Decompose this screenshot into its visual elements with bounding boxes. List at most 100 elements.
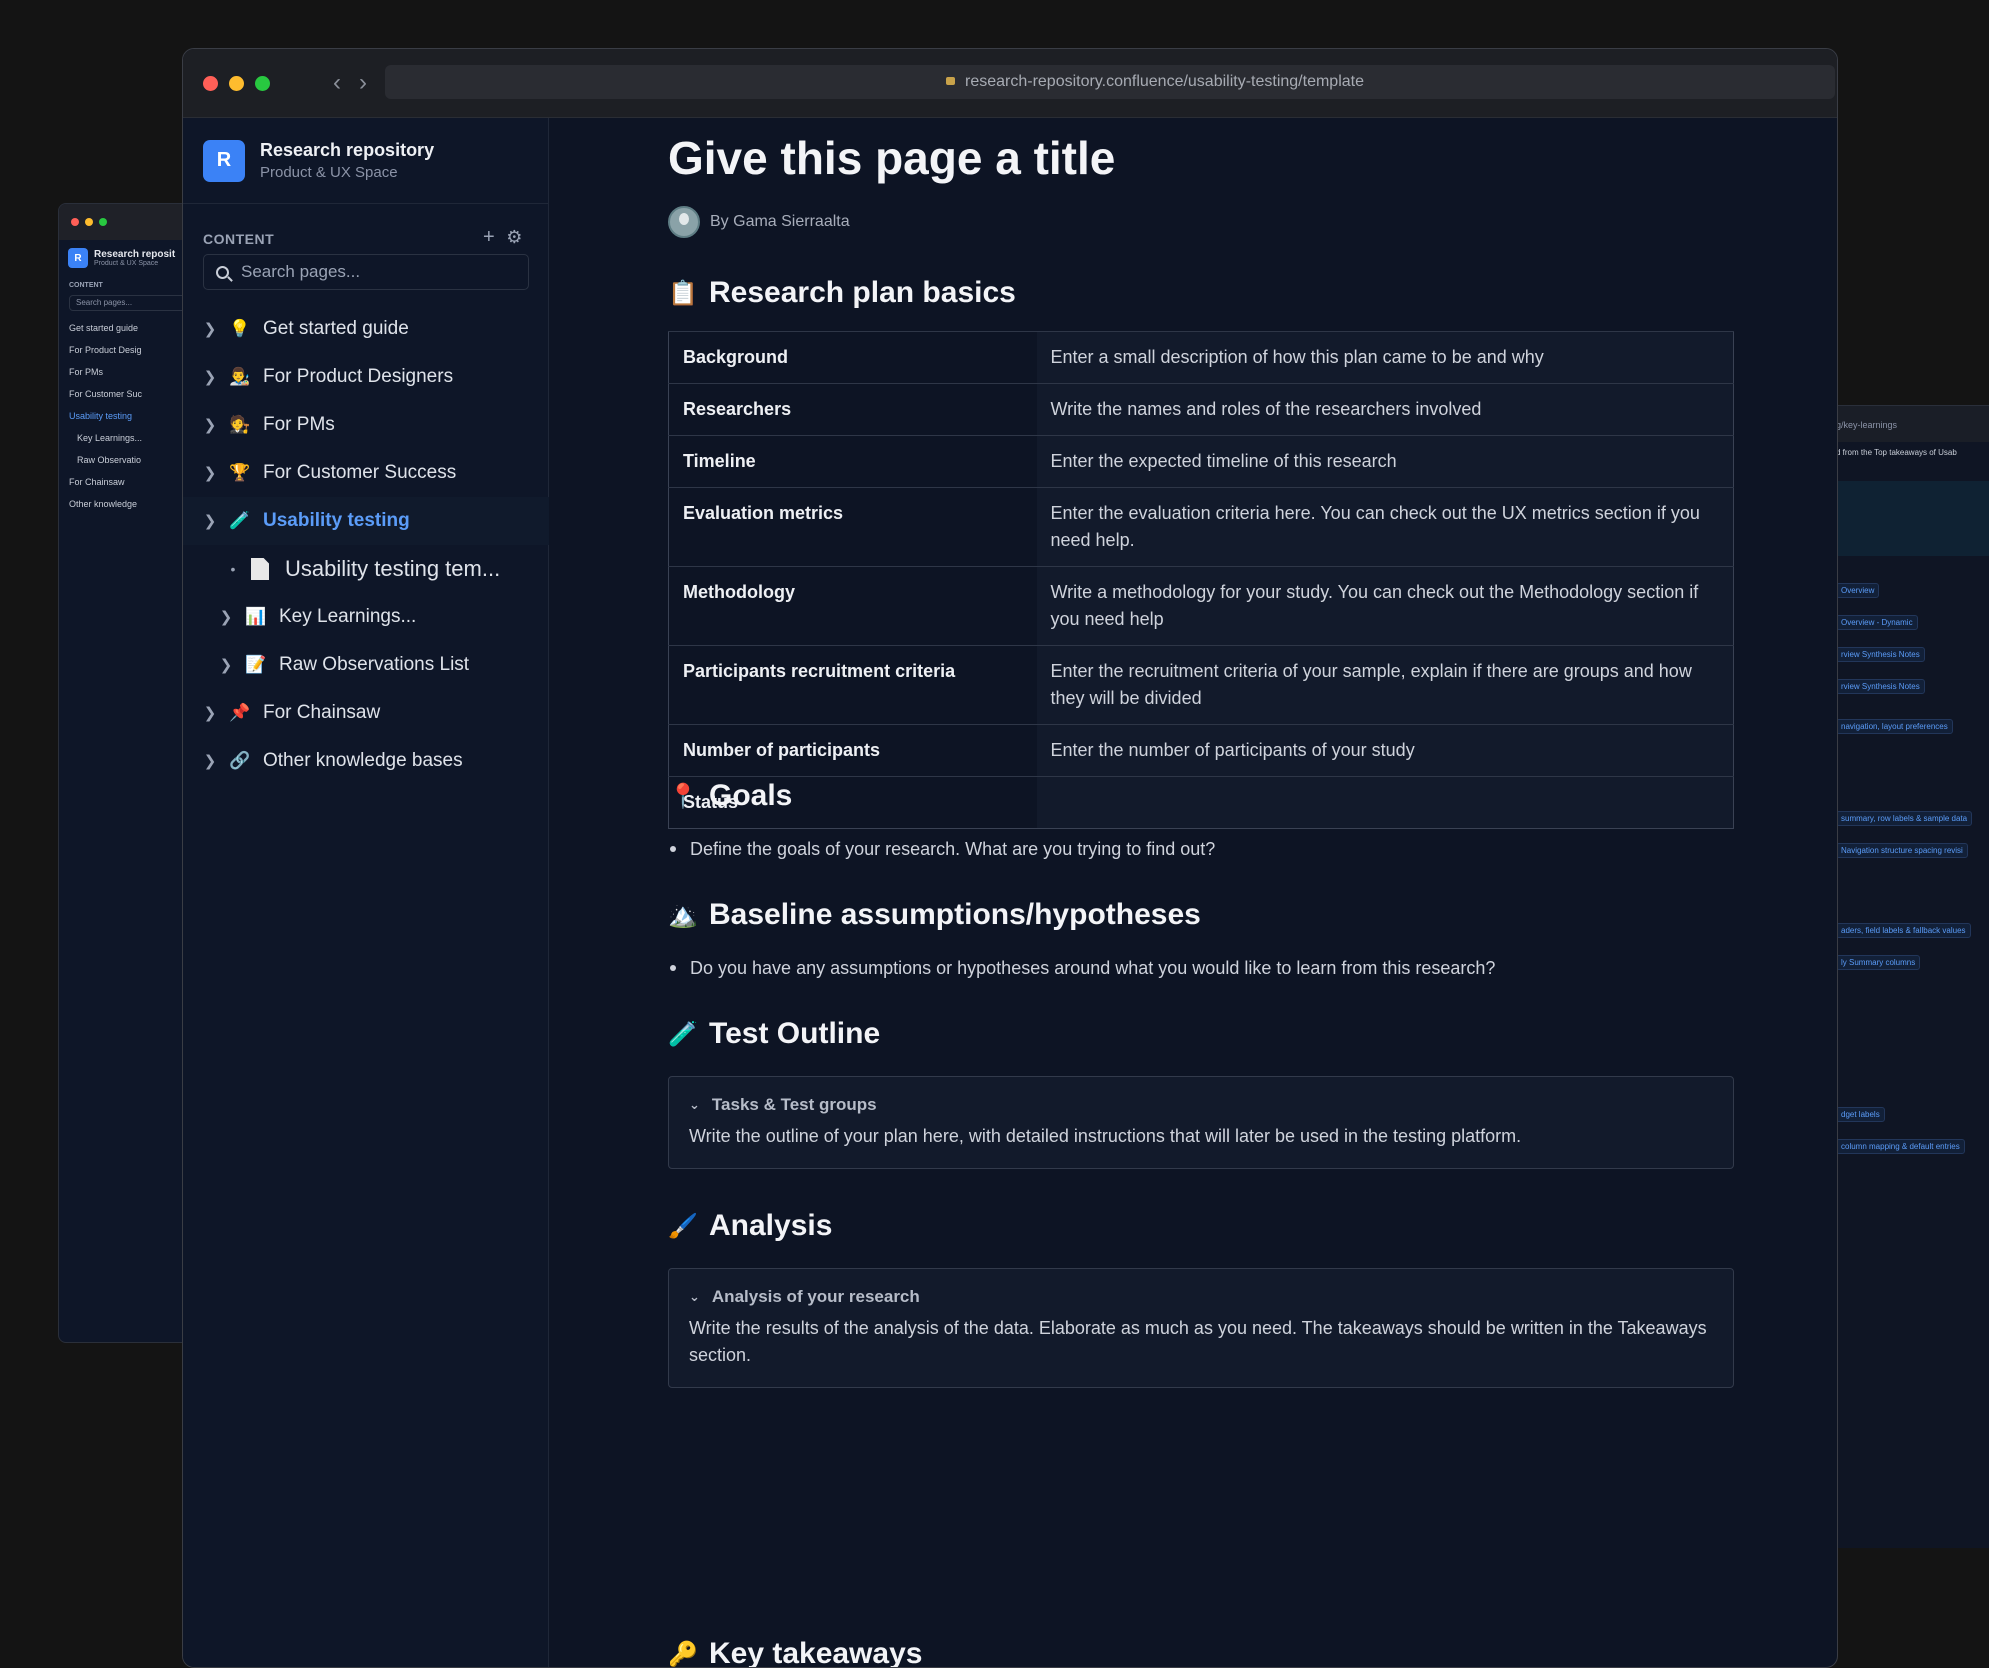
page-title[interactable]: Give this page a title	[668, 131, 1115, 185]
space-header[interactable]: R Research repository Product & UX Space	[183, 118, 548, 204]
sidebar-item-label: For Chainsaw	[263, 702, 380, 724]
expand-body[interactable]: Write the outline of your plan here, wit…	[689, 1123, 1713, 1150]
table-row: Number of participantsEnter the number o…	[669, 725, 1734, 777]
list-item-text: Do you have any assumptions or hypothese…	[690, 958, 1495, 978]
table-row: Evaluation metricsEnter the evaluation c…	[669, 488, 1734, 567]
forward-arrow-icon[interactable]: ›	[359, 69, 367, 97]
tag: rview Synthesis Notes	[1836, 647, 1925, 662]
author-name: By Gama Sierraalta	[710, 213, 850, 231]
paintbrush-icon: 🖌️	[668, 1212, 695, 1241]
mountain-icon: 🏔️	[668, 901, 695, 930]
expand-block-analysis: ⌄Analysis of your research Write the res…	[668, 1268, 1734, 1388]
search-input[interactable]: Search pages...	[203, 254, 529, 290]
tag: Overview	[1836, 583, 1879, 598]
test-tube-icon: 🧪	[668, 1020, 695, 1049]
tag: ly Summary columns	[1836, 955, 1920, 970]
chevron-right-icon[interactable]: ❯	[195, 752, 225, 770]
table-value[interactable]: Write a methodology for your study. You …	[1037, 567, 1734, 646]
sidebar-item-key-learnings[interactable]: ❯📊Key Learnings...	[183, 593, 549, 641]
table-value[interactable]: Enter the expected timeline of this rese…	[1037, 436, 1734, 488]
add-icon[interactable]: +	[483, 226, 495, 248]
content-actions: + ⚙	[483, 226, 522, 249]
table-value[interactable]: Enter the recruitment criteria of your s…	[1037, 646, 1734, 725]
chevron-right-icon[interactable]: ❯	[195, 464, 225, 482]
expand-body[interactable]: Write the results of the analysis of the…	[689, 1315, 1713, 1369]
chevron-right-icon[interactable]: ❯	[195, 320, 225, 338]
sidebar-item-label: Key Learnings...	[279, 606, 416, 628]
sidebar-item-raw-observations[interactable]: ❯📝Raw Observations List	[183, 641, 549, 689]
list-item[interactable]: Define the goals of your research. What …	[668, 839, 1215, 860]
heading-text: Baseline assumptions/hypotheses	[709, 898, 1201, 932]
space-subtitle: Product & UX Space	[260, 164, 434, 181]
table-value[interactable]: Enter the number of participants of your…	[1037, 725, 1734, 777]
sidebar-item-usability-testing[interactable]: ❯🧪 Usability testing	[183, 497, 549, 545]
expand-title: Tasks & Test groups	[712, 1095, 877, 1115]
back-arrow-icon[interactable]: ‹	[333, 69, 341, 97]
sidebar-item-label: Other knowledge bases	[263, 750, 463, 772]
table-key: Evaluation metrics	[669, 488, 1037, 567]
gear-icon[interactable]: ⚙	[506, 227, 522, 247]
heading-test-outline: 🧪Test Outline	[668, 1017, 880, 1051]
chevron-down-icon[interactable]: ⌄	[689, 1097, 700, 1113]
background-window-right: g/key-learnings d from the Top takeaways…	[1830, 405, 1989, 1548]
heading-assumptions: 🏔️ Baseline assumptions/hypotheses	[668, 898, 1201, 932]
sidebar-item-pms[interactable]: ❯🧑‍⚖️For PMs	[183, 401, 549, 449]
trophy-icon: 🏆	[225, 463, 255, 483]
table-row: Status	[669, 777, 1734, 829]
maximize-window-button[interactable]	[255, 76, 270, 91]
sidebar-item-get-started[interactable]: ❯💡Get started guide	[183, 305, 549, 353]
judge-icon: 🧑‍⚖️	[225, 415, 255, 435]
list-item[interactable]: Do you have any assumptions or hypothese…	[668, 958, 1495, 979]
chevron-right-icon[interactable]: ❯	[211, 656, 241, 674]
document-icon	[251, 558, 269, 580]
table-value[interactable]: Enter a small description of how this pl…	[1037, 332, 1734, 384]
chevron-right-icon[interactable]: ❯	[195, 368, 225, 386]
address-bar[interactable]: research-repository.confluence/usability…	[385, 65, 1835, 99]
avatar[interactable]	[668, 206, 700, 238]
pin-icon: 📍	[668, 782, 695, 811]
sidebar-item-product-designers[interactable]: ❯👨‍🎨For Product Designers	[183, 353, 549, 401]
table-value[interactable]: Write the names and roles of the researc…	[1037, 384, 1734, 436]
chevron-right-icon[interactable]: ❯	[195, 704, 225, 722]
page-tree: ❯💡Get started guide ❯👨‍🎨For Product Desi…	[183, 305, 549, 785]
chevron-down-icon[interactable]: ⌄	[689, 1289, 700, 1305]
sidebar-item-customer-success[interactable]: ❯🏆 For Customer Success	[183, 449, 549, 497]
highlight-block	[1830, 481, 1989, 556]
search-placeholder: Search pages...	[241, 262, 360, 282]
heading-analysis: 🖌️ Analysis	[668, 1209, 832, 1243]
table-value[interactable]	[1037, 777, 1734, 829]
test-tube-icon: 🧪	[225, 511, 255, 531]
research-plan-table: BackgroundEnter a small description of h…	[668, 331, 1734, 829]
table-key: Methodology	[669, 567, 1037, 646]
sidebar-item-label: Get started guide	[263, 318, 409, 340]
chevron-right-icon[interactable]: ❯	[195, 512, 225, 530]
minimize-window-button[interactable]	[229, 76, 244, 91]
space-title: Research reposit	[94, 249, 175, 260]
heading-text: Analysis	[709, 1209, 832, 1243]
heading-text: Goals	[709, 779, 792, 813]
table-row: BackgroundEnter a small description of h…	[669, 332, 1734, 384]
sidebar-item-usability-template[interactable]: •Usability testing tem...	[183, 545, 549, 593]
tag: rview Synthesis Notes	[1836, 679, 1925, 694]
chevron-right-icon[interactable]: ❯	[211, 608, 241, 626]
clipboard-icon: 📋	[668, 279, 695, 308]
tag: column mapping & default entries	[1836, 1139, 1965, 1154]
sidebar-item-label: Usability testing	[263, 510, 410, 532]
expand-toggle[interactable]: ⌄ Tasks & Test groups	[689, 1095, 1713, 1115]
link-icon: 🔗	[225, 751, 255, 771]
table-row: ResearchersWrite the names and roles of …	[669, 384, 1734, 436]
chevron-right-icon[interactable]: ❯	[195, 416, 225, 434]
pushpin-icon: 📌	[225, 703, 255, 723]
sidebar-item-other-knowledge[interactable]: ❯🔗 Other knowledge bases	[183, 737, 549, 785]
key-icon: 🔑	[668, 1640, 695, 1668]
table-value[interactable]: Enter the evaluation criteria here. You …	[1037, 488, 1734, 567]
memo-icon: 📝	[241, 655, 271, 675]
bullet-icon: •	[223, 561, 243, 577]
sidebar-item-label: For Customer Success	[263, 462, 456, 484]
table-key: Background	[669, 332, 1037, 384]
table-row: Participants recruitment criteriaEnter t…	[669, 646, 1734, 725]
sidebar-item-chainsaw[interactable]: ❯📌 For Chainsaw	[183, 689, 549, 737]
expand-toggle[interactable]: ⌄Analysis of your research	[689, 1287, 1713, 1307]
tag: Navigation structure spacing revisi	[1836, 843, 1968, 858]
close-window-button[interactable]	[203, 76, 218, 91]
